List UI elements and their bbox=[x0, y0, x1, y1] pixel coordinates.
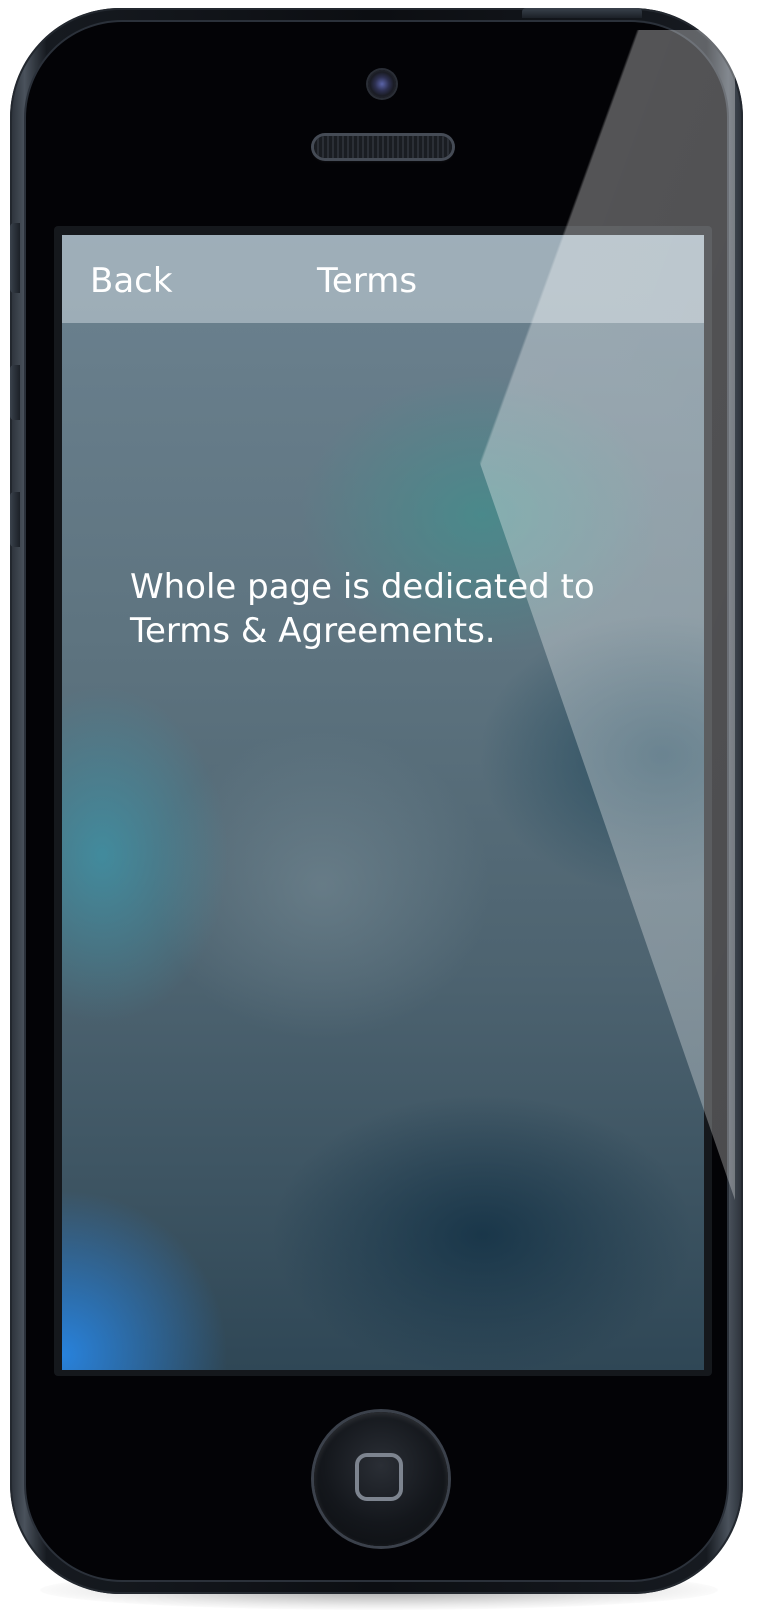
home-square-icon bbox=[355, 1453, 403, 1501]
volume-up-button bbox=[10, 365, 20, 420]
volume-down-button bbox=[10, 492, 20, 547]
front-camera-icon bbox=[368, 70, 396, 98]
mute-switch bbox=[10, 223, 20, 293]
navigation-bar: Back Terms bbox=[62, 235, 704, 323]
page-title: Terms bbox=[316, 261, 418, 301]
earpiece-speaker-icon bbox=[314, 136, 452, 158]
device-mockup-stage: Back Terms Whole page is dedicated to Te… bbox=[0, 0, 758, 1624]
app-screen: Back Terms Whole page is dedicated to Te… bbox=[62, 235, 704, 1370]
power-button bbox=[522, 8, 642, 18]
terms-description: Whole page is dedicated to Terms & Agree… bbox=[130, 567, 595, 651]
home-button[interactable] bbox=[314, 1412, 448, 1546]
